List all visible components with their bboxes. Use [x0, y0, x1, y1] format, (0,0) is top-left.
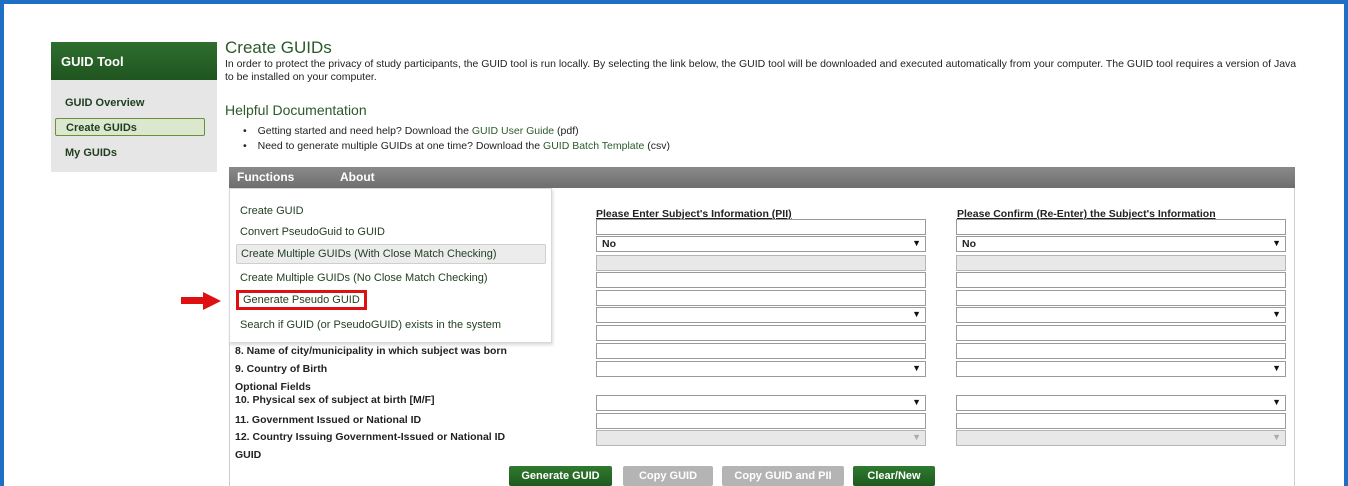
pii-field-1[interactable] [596, 219, 926, 235]
copy-guid-pii-button[interactable]: Copy GUID and PII [722, 466, 844, 486]
intro-text: In order to protect the privacy of study… [225, 58, 1297, 83]
red-arrow-icon [181, 292, 221, 310]
guid-label: GUID [235, 449, 262, 461]
confirm-field-2[interactable] [956, 272, 1286, 288]
menu-bar: Functions About [229, 167, 1295, 188]
confirm-country-select[interactable]: ▼ [956, 361, 1286, 377]
confirm-select-1[interactable]: No ▼ [956, 236, 1286, 252]
pii-gov-country-select: ▼ [596, 430, 926, 446]
doc-item-batch-template: Need to generate multiple GUIDs at one t… [243, 139, 670, 154]
select-value: No [962, 238, 976, 250]
pii-country-select[interactable]: ▼ [596, 361, 926, 377]
confirm-field-3[interactable] [956, 290, 1286, 306]
pii-gov-id-field[interactable] [596, 413, 926, 429]
confirm-select-2[interactable]: ▼ [956, 307, 1286, 323]
sidebar: GUID Tool GUID Overview Create GUIDs My … [51, 42, 217, 172]
dropdown-arrow-icon: ▼ [1272, 238, 1281, 248]
dropdown-arrow-icon: ▼ [912, 363, 921, 373]
menu-item-search-guid[interactable]: Search if GUID (or PseudoGUID) exists in… [236, 316, 505, 334]
documentation-list: Getting started and need help? Download … [243, 124, 670, 154]
pii-sex-select[interactable]: ▼ [596, 395, 926, 411]
dropdown-arrow-icon: ▼ [1272, 397, 1281, 407]
dropdown-arrow-icon: ▼ [1272, 363, 1281, 373]
sidebar-item-my-guids[interactable]: My GUIDs [55, 144, 205, 162]
confirm-field-4[interactable] [956, 325, 1286, 341]
doc-item-suffix: (pdf) [554, 125, 579, 137]
select-value: No [602, 238, 616, 250]
dropdown-arrow-icon: ▼ [912, 309, 921, 319]
menu-item-create-guid[interactable]: Create GUID [236, 202, 308, 220]
doc-item-text: Need to generate multiple GUIDs at one t… [257, 140, 544, 152]
dropdown-arrow-icon: ▼ [912, 432, 921, 442]
pii-select-1[interactable]: No ▼ [596, 236, 926, 252]
gov-id-label: 11. Government Issued or National ID [235, 414, 422, 426]
pii-field-2[interactable] [596, 272, 926, 288]
confirm-field-disabled [956, 255, 1286, 271]
dropdown-arrow-icon: ▼ [1272, 309, 1281, 319]
gov-country-label: 12. Country Issuing Government-Issued or… [235, 431, 506, 443]
confirm-field-1[interactable] [956, 219, 1286, 235]
menu-functions[interactable]: Functions [237, 170, 294, 184]
menu-item-convert-pseudoguid[interactable]: Convert PseudoGuid to GUID [236, 223, 389, 241]
pii-field-disabled [596, 255, 926, 271]
menu-about[interactable]: About [340, 170, 375, 184]
pii-field-4[interactable] [596, 325, 926, 341]
optional-fields-label: Optional Fields [235, 381, 311, 393]
dropdown-arrow-icon: ▼ [912, 397, 921, 407]
page-title: Create GUIDs [225, 38, 332, 57]
confirm-city-field[interactable] [956, 343, 1286, 359]
copy-guid-button[interactable]: Copy GUID [623, 466, 713, 486]
pii-field-3[interactable] [596, 290, 926, 306]
generate-guid-button[interactable]: Generate GUID [509, 466, 612, 486]
pii-city-field[interactable] [596, 343, 926, 359]
dropdown-arrow-icon: ▼ [1272, 432, 1281, 442]
batch-template-link[interactable]: GUID Batch Template [543, 140, 644, 152]
dropdown-arrow-icon: ▼ [912, 238, 921, 248]
user-guide-link[interactable]: GUID User Guide [472, 125, 554, 137]
country-label: 9. Country of Birth [235, 363, 328, 375]
pii-select-2[interactable]: ▼ [596, 307, 926, 323]
confirm-sex-select[interactable]: ▼ [956, 395, 1286, 411]
sidebar-item-create-guids[interactable]: Create GUIDs [55, 118, 205, 136]
menu-item-create-multiple-close-match[interactable]: Create Multiple GUIDs (With Close Match … [236, 244, 546, 264]
sex-label: 10. Physical sex of subject at birth [M/… [235, 394, 435, 406]
doc-item-user-guide: Getting started and need help? Download … [243, 124, 670, 139]
clear-new-button[interactable]: Clear/New [853, 466, 935, 486]
menu-item-create-multiple-no-close-match[interactable]: Create Multiple GUIDs (No Close Match Ch… [236, 269, 492, 287]
sidebar-item-guid-overview[interactable]: GUID Overview [55, 94, 205, 112]
confirm-gov-id-field[interactable] [956, 413, 1286, 429]
city-label: 8. Name of city/municipality in which su… [235, 345, 507, 357]
documentation-title: Helpful Documentation [225, 102, 367, 118]
functions-dropdown: Create GUID Convert PseudoGuid to GUID C… [229, 188, 552, 343]
doc-item-suffix: (csv) [644, 140, 671, 152]
confirm-gov-country-select: ▼ [956, 430, 1286, 446]
sidebar-title: GUID Tool [51, 42, 217, 80]
doc-item-text: Getting started and need help? Download … [257, 125, 472, 137]
menu-item-generate-pseudo-guid[interactable]: Generate Pseudo GUID [236, 290, 367, 310]
